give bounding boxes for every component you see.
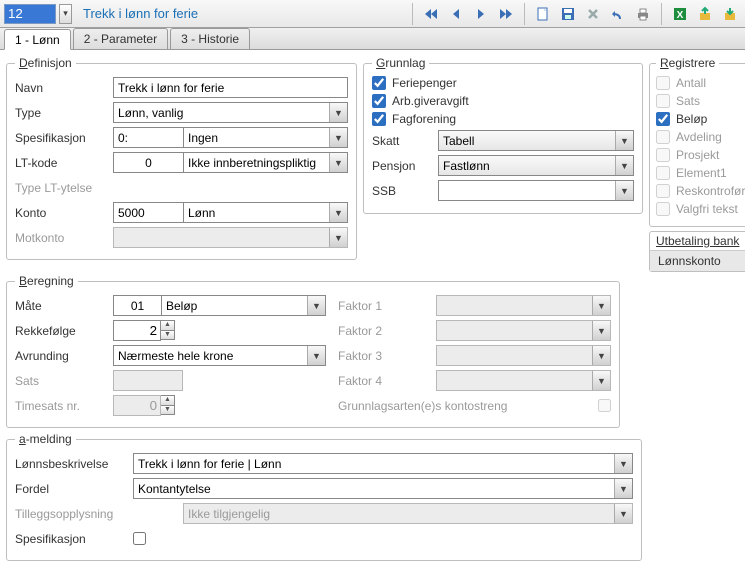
valgfri-check xyxy=(656,202,670,216)
belop-check[interactable] xyxy=(656,112,670,126)
grunnlag-group: Grunnlag Feriepenger Arb.giveravgift Fag… xyxy=(363,56,643,214)
nav-prev-icon[interactable] xyxy=(445,3,467,25)
typelt-label: Type LT-ytelse xyxy=(15,181,113,195)
toolbar: ▾ Trekk i lønn for ferie X xyxy=(0,0,745,28)
feriepenger-label: Feriepenger xyxy=(392,76,457,90)
mate-label: Måte xyxy=(15,299,113,313)
delete-icon[interactable] xyxy=(582,3,604,25)
ssb-input[interactable] xyxy=(438,180,634,201)
element1-check xyxy=(656,166,670,180)
reskontro-check xyxy=(656,184,670,198)
f4-combo xyxy=(436,370,611,391)
fagforening-label: Fagforening xyxy=(392,112,456,126)
new-icon[interactable] xyxy=(532,3,554,25)
feriepenger-check[interactable] xyxy=(372,76,386,90)
spes-code[interactable] xyxy=(113,127,183,148)
f3-label: Faktor 3 xyxy=(338,349,436,363)
toolbar-title: Trekk i lønn for ferie xyxy=(83,6,198,21)
code-dropdown[interactable]: ▾ xyxy=(59,4,72,24)
till-label: Tilleggsopplysning xyxy=(15,507,133,521)
print-icon[interactable] xyxy=(632,3,654,25)
fordel-combo[interactable] xyxy=(133,478,633,499)
registrere-group: Registrere Antall Sats Beløp Avdeling Pr… xyxy=(649,56,745,227)
svg-text:X: X xyxy=(677,10,684,21)
nav-last-icon[interactable] xyxy=(495,3,517,25)
nav-first-icon[interactable] xyxy=(420,3,442,25)
amelding-group: a-melding Lønnsbeskrivelse ▼ Fordel ▼ Ti… xyxy=(6,432,642,561)
pensjon-select[interactable]: Fastlønn xyxy=(438,155,634,176)
save-icon[interactable] xyxy=(557,3,579,25)
lt-label: LT-kode xyxy=(15,156,113,170)
lb-label: Lønnsbeskrivelse xyxy=(15,457,133,471)
sats-check xyxy=(656,94,670,108)
tab-historie[interactable]: 3 - Historie xyxy=(170,28,250,49)
skatt-select[interactable]: Tabell xyxy=(438,130,634,151)
avdeling-check xyxy=(656,130,670,144)
utbetaling-item[interactable]: Lønnskonto xyxy=(650,250,745,271)
spin-down-icon: ▼ xyxy=(161,330,175,340)
tab-parameter[interactable]: 2 - Parameter xyxy=(73,28,168,49)
amspes-check[interactable] xyxy=(133,532,146,545)
mate-text[interactable] xyxy=(161,295,326,316)
navn-label: Navn xyxy=(15,81,113,95)
gk-check xyxy=(598,399,611,412)
beregning-group: Beregning Måte ▼ Rekkefølge ▲▼ Avrunding… xyxy=(6,274,620,428)
code-input[interactable] xyxy=(4,4,56,24)
till-combo xyxy=(183,503,633,524)
motkonto-label: Motkonto xyxy=(15,231,113,245)
tab-bar: 1 - Lønn 2 - Parameter 3 - Historie xyxy=(0,28,745,50)
nav-next-icon[interactable] xyxy=(470,3,492,25)
konto-text[interactable] xyxy=(183,202,348,223)
arbgiver-check[interactable] xyxy=(372,94,386,108)
prosjekt-check xyxy=(656,148,670,162)
utbetaling-header: Utbetaling bank xyxy=(650,232,745,250)
spes-label: Spesifikasjon xyxy=(15,131,113,145)
time-label: Timesats nr. xyxy=(15,399,113,413)
lb-combo[interactable] xyxy=(133,453,633,474)
type-label: Type xyxy=(15,106,113,120)
type-combo[interactable] xyxy=(113,102,348,123)
fagforening-check[interactable] xyxy=(372,112,386,126)
import-icon[interactable] xyxy=(719,3,741,25)
arbgiver-label: Arb.giveravgift xyxy=(392,94,469,108)
amspes-label: Spesifikasjon xyxy=(15,532,133,546)
utbetaling-group: Utbetaling bank Lønnskonto xyxy=(649,231,745,272)
konto-label: Konto xyxy=(15,206,113,220)
lt-code[interactable] xyxy=(113,152,183,173)
time-spinner: ▲▼ xyxy=(113,395,175,416)
undo-icon[interactable] xyxy=(607,3,629,25)
navn-input[interactable] xyxy=(113,77,348,98)
f1-combo xyxy=(436,295,611,316)
avr-label: Avrunding xyxy=(15,349,113,363)
f2-combo xyxy=(436,320,611,341)
f1-label: Faktor 1 xyxy=(338,299,436,313)
pensjon-label: Pensjon xyxy=(372,159,430,173)
lt-text[interactable] xyxy=(183,152,348,173)
spin-up-icon: ▲ xyxy=(161,320,175,330)
export-icon[interactable] xyxy=(694,3,716,25)
sats-input xyxy=(113,370,183,391)
gk-label: Grunnlagsarten(e)s kontostreng xyxy=(338,399,598,413)
definisjon-group: Definisjon Navn Type ▼ Spesifikasjon ▼ L… xyxy=(6,56,357,260)
antall-check xyxy=(656,76,670,90)
konto-code[interactable] xyxy=(113,202,183,223)
mate-code[interactable] xyxy=(113,295,161,316)
fordel-label: Fordel xyxy=(15,482,133,496)
avr-combo[interactable] xyxy=(113,345,326,366)
tab-lonn[interactable]: 1 - Lønn xyxy=(4,29,71,50)
spes-text[interactable] xyxy=(183,127,348,148)
ssb-label: SSB xyxy=(372,184,430,198)
rekke-label: Rekkefølge xyxy=(15,324,113,338)
f3-combo xyxy=(436,345,611,366)
f2-label: Faktor 2 xyxy=(338,324,436,338)
skatt-label: Skatt xyxy=(372,134,430,148)
excel-icon[interactable]: X xyxy=(669,3,691,25)
rekke-spinner[interactable]: ▲▼ xyxy=(113,320,175,341)
sats2-label: Sats xyxy=(15,374,113,388)
f4-label: Faktor 4 xyxy=(338,374,436,388)
motkonto-combo xyxy=(113,227,348,248)
